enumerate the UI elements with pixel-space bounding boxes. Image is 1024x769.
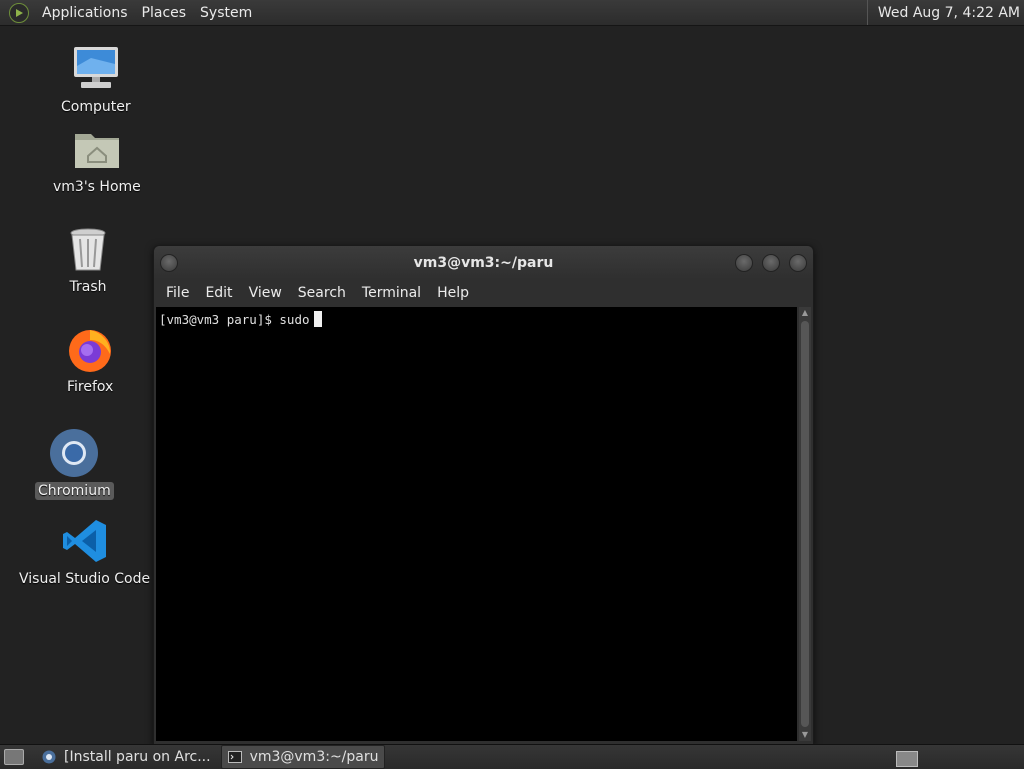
applications-menu[interactable]: Applications [35, 5, 135, 21]
desktop-icon-trash[interactable]: Trash [63, 224, 113, 296]
chromium-icon [42, 750, 56, 764]
text-cursor [313, 311, 322, 327]
gnome-foot-icon[interactable] [9, 2, 29, 23]
show-desktop-icon[interactable] [4, 749, 24, 765]
workspace-switcher[interactable] [896, 751, 918, 767]
close-button[interactable] [789, 254, 807, 272]
scroll-down-icon[interactable]: ▼ [799, 729, 811, 741]
terminal-window[interactable]: vm3@vm3:~/paru File Edit View Search Ter… [153, 245, 814, 746]
desktop-icon-firefox[interactable]: Firefox [64, 324, 116, 396]
menu-view[interactable]: View [241, 285, 290, 301]
clock[interactable]: Wed Aug 7, 4:22 AM [866, 0, 1020, 25]
computer-icon [71, 44, 121, 94]
menu-help[interactable]: Help [429, 285, 477, 301]
menu-edit[interactable]: Edit [197, 285, 240, 301]
desktop-icon-label: Trash [69, 279, 107, 295]
menu-file[interactable]: File [158, 285, 197, 301]
taskbar-item-browser[interactable]: [Install paru on Arc... [36, 746, 217, 768]
task-label: vm3@vm3:~/paru [249, 749, 379, 765]
menu-terminal[interactable]: Terminal [354, 285, 429, 301]
vscode-icon [60, 516, 110, 566]
terminal-menubar: File Edit View Search Terminal Help [154, 279, 813, 306]
terminal-line: [vm3@vm3 paru]$ sudo [159, 311, 322, 327]
desktop-icon-vscode[interactable]: Visual Studio Code [16, 516, 153, 588]
trash-icon [63, 224, 113, 274]
maximize-button[interactable] [762, 254, 780, 272]
terminal-scrollbar[interactable]: ▲ ▼ [799, 307, 811, 741]
minimize-button[interactable] [735, 254, 753, 272]
desktop-icon-label: Visual Studio Code [19, 571, 151, 587]
task-label: [Install paru on Arc... [64, 749, 211, 765]
system-menu[interactable]: System [193, 5, 259, 21]
terminal-output[interactable]: [vm3@vm3 paru]$ sudo [156, 307, 797, 741]
home-folder-icon [72, 124, 122, 174]
bottom-panel: [Install paru on Arc... vm3@vm3:~/paru [0, 744, 1024, 769]
menu-search[interactable]: Search [290, 285, 354, 301]
window-title: vm3@vm3:~/paru [413, 254, 554, 271]
places-menu[interactable]: Places [135, 5, 194, 21]
desktop-icon-label: Chromium [35, 482, 114, 500]
window-menu-button[interactable] [160, 254, 178, 272]
scroll-thumb[interactable] [801, 321, 809, 727]
desktop-icon-home[interactable]: vm3's Home [50, 124, 144, 196]
firefox-icon [65, 324, 115, 374]
window-titlebar[interactable]: vm3@vm3:~/paru [154, 246, 813, 279]
desktop-icon-label: vm3's Home [53, 179, 141, 195]
desktop-icon-chromium[interactable]: Chromium [35, 428, 114, 500]
desktop-icon-label: Computer [61, 99, 131, 115]
terminal-icon [227, 751, 242, 763]
command-text: [vm3@vm3 paru]$ sudo [159, 312, 310, 327]
scroll-up-icon[interactable]: ▲ [799, 307, 811, 319]
taskbar-item-terminal[interactable]: vm3@vm3:~/paru [220, 745, 386, 769]
chromium-icon [49, 428, 99, 478]
desktop-icon-computer[interactable]: Computer [58, 44, 134, 116]
top-panel: Applications Places System Wed Aug 7, 4:… [0, 0, 1024, 26]
desktop-icon-label: Firefox [67, 379, 114, 395]
